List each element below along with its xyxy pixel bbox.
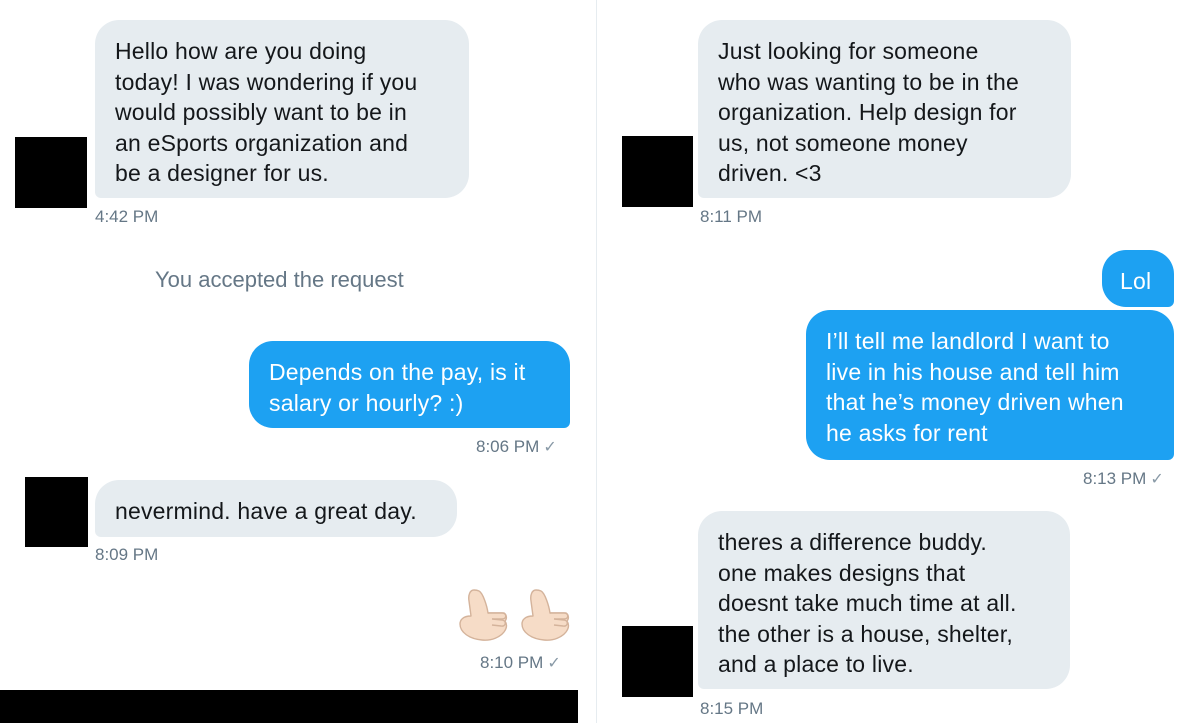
- message-timestamp: 8:15 PM: [700, 699, 764, 718]
- message-timestamp: 8:13 PM: [1083, 469, 1147, 488]
- message-timestamp: 8:11 PM: [700, 207, 763, 226]
- sent-check-icon: ✓: [1150, 471, 1164, 488]
- panel-divider: [596, 0, 597, 723]
- sent-check-icon: ✓: [543, 439, 557, 456]
- sender-avatar-redacted: [25, 477, 88, 547]
- sender-avatar-redacted: [15, 137, 87, 208]
- message-timestamp-row: 8:06 PM ✓: [476, 437, 557, 457]
- incoming-message[interactable]: nevermind. have a great day.: [95, 480, 457, 537]
- message-timestamp-row: 8:13 PM ✓: [1083, 469, 1164, 489]
- outgoing-message[interactable]: I’ll tell me landlord I want to live in …: [806, 310, 1174, 460]
- sender-avatar-redacted: [622, 136, 693, 207]
- message-timestamp: 8:10 PM: [480, 653, 544, 672]
- sender-avatar-redacted: [622, 626, 693, 697]
- sent-check-icon: ✓: [547, 655, 561, 672]
- message-timestamp: 8:06 PM: [476, 437, 540, 456]
- call-me-hand-icon: [459, 589, 570, 641]
- incoming-message[interactable]: Just looking for someone who was wanting…: [698, 20, 1071, 198]
- redaction-bar: [0, 690, 578, 723]
- message-timestamp: 8:09 PM: [95, 545, 159, 564]
- message-timestamp: 4:42 PM: [95, 207, 159, 226]
- call-me-hand-emoji-message[interactable]: [452, 586, 576, 644]
- outgoing-message[interactable]: Lol: [1102, 250, 1174, 307]
- incoming-message[interactable]: theres a difference buddy. one makes des…: [698, 511, 1070, 689]
- message-timestamp-row: 8:10 PM ✓: [480, 653, 561, 673]
- incoming-message[interactable]: Hello how are you doing today! I was won…: [95, 20, 469, 198]
- request-accepted-notice: You accepted the request: [155, 267, 404, 292]
- outgoing-message[interactable]: Depends on the pay, is it salary or hour…: [249, 341, 570, 428]
